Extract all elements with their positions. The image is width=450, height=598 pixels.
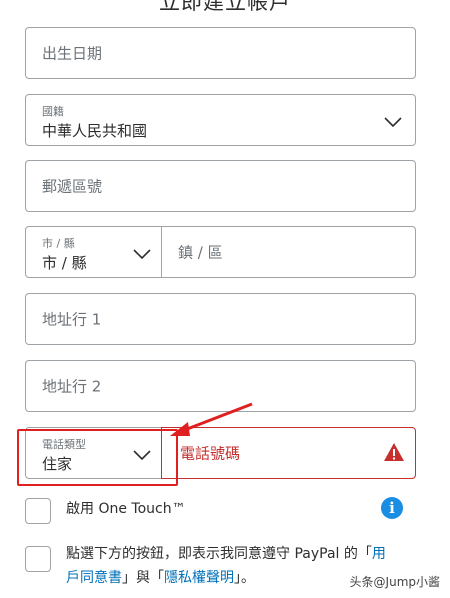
postal-code-field[interactable]: 郵遞區號: [25, 160, 416, 212]
birthdate-placeholder: 出生日期: [42, 44, 103, 63]
address-line-2-placeholder: 地址行 2: [42, 377, 102, 396]
agreement-middle: 」與「: [122, 570, 164, 586]
one-touch-brand: One Touch™: [98, 501, 186, 517]
agreement-checkbox[interactable]: [25, 546, 51, 572]
chevron-down-icon: [133, 249, 151, 260]
phone-type-label: 電話類型: [42, 438, 86, 451]
nationality-select[interactable]: 國籍 中華人民共和國: [25, 94, 416, 146]
one-touch-label: 啟用 One Touch™: [66, 497, 186, 521]
city-label: 市 / 縣: [42, 237, 75, 250]
city-value: 市 / 縣: [42, 254, 87, 272]
chevron-down-icon: [133, 450, 151, 461]
phone-number-placeholder: 電話號碼: [180, 444, 241, 463]
info-icon[interactable]: i: [381, 497, 403, 519]
warning-icon: [384, 443, 404, 461]
one-touch-prefix: 啟用: [66, 501, 99, 517]
watermark: 头条@Jump小酱: [349, 575, 440, 589]
agreement-line1: 點選下方的按鈕，即表示我同意遵守 PayPal 的「: [66, 546, 372, 562]
page-heading-cut: 立即建立帳戶: [159, 0, 291, 14]
annotation-arrow-icon: [170, 402, 253, 436]
nationality-label: 國籍: [42, 105, 64, 118]
agreement-end: 」。: [234, 570, 255, 586]
phone-type-select[interactable]: 電話類型 住家: [25, 427, 162, 479]
district-field[interactable]: 鎮 / 區: [161, 226, 416, 278]
district-placeholder: 鎮 / 區: [178, 243, 223, 262]
address-line-1-field[interactable]: 地址行 1: [25, 293, 416, 345]
privacy-statement-link[interactable]: 隱私權聲明: [164, 570, 234, 586]
birthdate-field[interactable]: 出生日期: [25, 27, 416, 79]
nationality-value: 中華人民共和國: [42, 122, 148, 140]
postal-code-placeholder: 郵遞區號: [42, 177, 103, 196]
chevron-down-icon: [384, 117, 402, 128]
phone-type-value: 住家: [42, 455, 73, 473]
address-line-1-placeholder: 地址行 1: [42, 310, 102, 329]
one-touch-checkbox[interactable]: [25, 498, 51, 524]
city-select[interactable]: 市 / 縣 市 / 縣: [25, 226, 162, 278]
